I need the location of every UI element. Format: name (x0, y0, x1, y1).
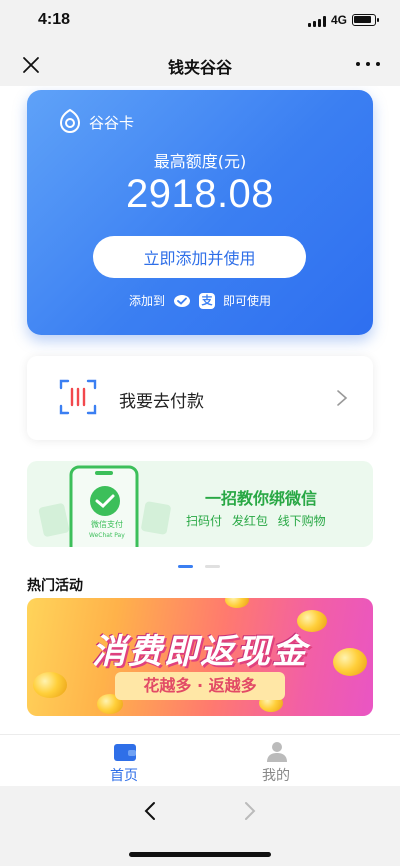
network-type: 4G (331, 13, 348, 27)
home-indicator (129, 852, 271, 857)
back-arrow-icon[interactable] (140, 800, 162, 822)
tab-home-label: 首页 (110, 768, 138, 784)
gugu-card: 谷谷卡 最高额度(元) 2918.08 立即添加并使用 添加到 支 即可使用 (27, 90, 373, 335)
browser-toolbar (0, 786, 400, 866)
phone-text: 微信支付 (91, 519, 123, 529)
promo-subtitle: 花越多 · 返越多 (115, 672, 285, 700)
carousel-dot (205, 565, 220, 568)
page-title: 钱夹谷谷 (167, 58, 232, 77)
section-title: 热门活动 (27, 578, 83, 594)
status-time: 4:18 (38, 11, 71, 28)
main-content: 谷谷卡 最高额度(元) 2918.08 立即添加并使用 添加到 支 即可使用 我… (0, 86, 400, 734)
wechat-headline: 一招教你绑微信 (205, 489, 318, 508)
add-note-prefix: 添加到 (128, 294, 165, 308)
carousel-dot-active (178, 565, 193, 568)
promo-banner[interactable]: 消费即返现金 花越多 · 返越多 (27, 598, 373, 716)
tab-mine[interactable]: 我的 (246, 741, 306, 784)
scan-code-icon (59, 379, 97, 415)
chevron-right-icon (337, 390, 348, 406)
phone-text-en: WeChat Pay (89, 532, 125, 539)
pay-label: 我要去付款 (119, 392, 204, 412)
more-icon[interactable] (356, 60, 382, 68)
add-note: 添加到 支 即可使用 (27, 292, 373, 309)
nav-bar: 钱夹谷谷 (0, 44, 400, 86)
forward-arrow-icon[interactable] (238, 800, 260, 822)
battery-icon (352, 14, 379, 26)
carousel-indicator (178, 565, 228, 569)
limit-value: 2918.08 (125, 172, 275, 216)
wechat-pay-icon (174, 294, 190, 307)
promo-title: 消费即返现金 (92, 632, 308, 672)
pay-row[interactable]: 我要去付款 (27, 356, 373, 440)
coin-decoration (33, 672, 67, 698)
tab-bar: 首页 我的 (0, 734, 400, 786)
gugu-logo-icon (59, 108, 81, 133)
add-and-use-button[interactable]: 立即添加并使用 (93, 236, 306, 278)
tab-home[interactable]: 首页 (94, 741, 154, 784)
add-note-suffix: 即可使用 (223, 294, 272, 308)
limit-label: 最高额度(元) (153, 152, 247, 171)
tab-mine-label: 我的 (262, 768, 290, 784)
alipay-icon: 支 (199, 292, 215, 309)
card-name: 谷谷卡 (89, 114, 135, 132)
wechat-sub: 扫码付 发红包 线下购物 (186, 514, 326, 528)
user-icon (267, 742, 287, 762)
status-bar: 4:18 4G (0, 0, 400, 44)
wechat-bind-banner[interactable]: 微信支付 WeChat Pay 一招教你绑微信 扫码付 发红包 线下购物 (27, 461, 373, 547)
wechat-phone-illustration: 微信支付 WeChat Pay (38, 465, 171, 547)
coin-decoration (225, 598, 249, 608)
signal-icon (308, 16, 326, 27)
wallet-icon (114, 744, 136, 761)
